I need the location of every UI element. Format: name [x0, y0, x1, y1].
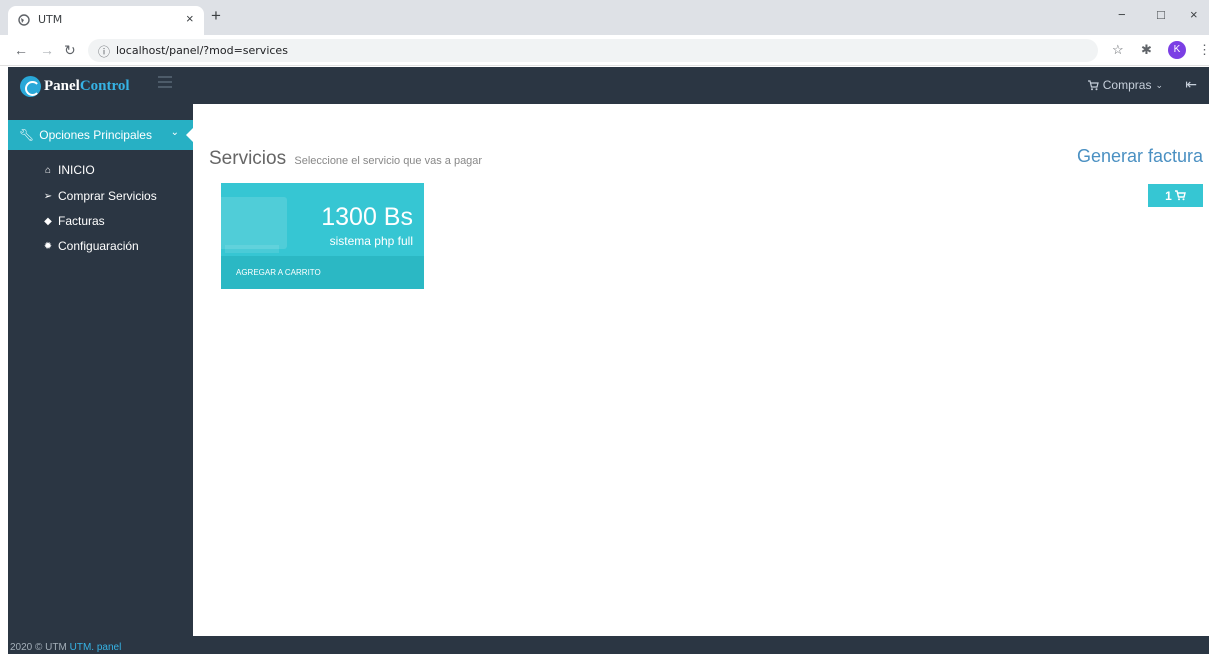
compras-label: Compras — [1102, 78, 1152, 92]
main-content: Servicios Seleccione el servicio que vas… — [193, 104, 1209, 636]
wrench-icon: 🔧︎ — [19, 128, 35, 142]
browser-address-bar: ← → ↻ ⓘ localhost/panel/?mod=services ☆ … — [0, 35, 1209, 66]
sidebar-main-label: Opciones Principales — [39, 128, 152, 142]
monitor-stand-icon — [225, 245, 279, 253]
menu-toggle-icon[interactable] — [158, 76, 172, 90]
minimize-button[interactable]: − — [1118, 7, 1126, 22]
browser-tab-bar: UTM × + − □ × — [0, 0, 1209, 35]
bookmark-star-icon[interactable]: ☆ — [1112, 42, 1124, 58]
cart-count: 1 — [1165, 188, 1172, 203]
forward-icon[interactable]: → — [40, 42, 54, 58]
back-icon[interactable]: ← — [14, 42, 28, 58]
sidebar-item-label: Facturas — [58, 214, 105, 228]
service-description: sistema php full — [329, 234, 413, 248]
sidebar-item-comprar-servicios[interactable]: ➢ Comprar Servicios — [42, 189, 157, 203]
page-title-text: Servicios — [209, 148, 287, 169]
browser-tab[interactable]: UTM × — [8, 6, 204, 35]
sidebar-item-label: INICIO — [58, 163, 95, 177]
monitor-icon — [221, 197, 287, 249]
logo-mark-icon — [20, 75, 41, 97]
maximize-button[interactable]: □ — [1157, 7, 1165, 22]
send-icon: ➢ — [43, 190, 53, 202]
sidebar-item-facturas[interactable]: ◆ Facturas — [42, 214, 105, 228]
url-text: localhost/panel/?mod=services — [116, 44, 288, 57]
home-icon: ⌂ — [44, 164, 52, 176]
chevron-down-icon: ⌄ — [1155, 79, 1163, 90]
tab-close-icon[interactable]: × — [186, 11, 194, 26]
logo-text-panel: Panel — [44, 77, 80, 94]
logout-icon[interactable]: ⇤ — [1185, 76, 1197, 93]
url-input[interactable]: ⓘ localhost/panel/?mod=services — [88, 39, 1098, 62]
sidebar: 🔧︎ Opciones Principales ⌄ ⌂ INICIO ➢ Com… — [8, 104, 194, 636]
chevron-down-icon: ⌄ — [170, 127, 179, 138]
page-subtitle: Seleccione el servicio que vas a pagar — [294, 155, 483, 167]
sidebar-item-inicio[interactable]: ⌂ INICIO — [42, 163, 95, 177]
sidebar-item-label: Configuaración — [58, 239, 139, 253]
reload-icon[interactable]: ↻ — [64, 42, 76, 59]
add-to-cart-label: AGREGAR A CARRITO — [236, 268, 321, 277]
logo-text-control: Control — [79, 77, 130, 94]
service-tile: 1300 Bs sistema php full AGREGAR A CARRI… — [221, 183, 424, 289]
info-icon[interactable]: ⓘ — [98, 43, 110, 60]
sidebar-item-configuracion[interactable]: ✹ Configuaración — [42, 239, 139, 253]
add-to-cart-button[interactable]: AGREGAR A CARRITO — [221, 256, 424, 289]
tab-title: UTM — [38, 13, 63, 26]
cart-icon — [1174, 190, 1186, 201]
page-title: Servicios Seleccione el servicio que vas… — [209, 148, 482, 170]
browser-menu-icon[interactable]: ⋮ — [1198, 42, 1209, 58]
cart-icon — [1087, 79, 1099, 90]
globe-icon — [18, 14, 30, 26]
footer-copyright: 2020 © UTM — [10, 642, 67, 653]
avatar[interactable]: K — [1168, 41, 1186, 59]
app-header: Panel Control Compras ⌄ ⇤ — [8, 67, 1209, 104]
tag-icon: ◆ — [44, 215, 52, 227]
footer-text: 2020 © UTM UTM. panel — [10, 642, 121, 653]
extensions-icon[interactable]: ✱ — [1141, 42, 1152, 58]
logo[interactable]: Panel Control — [20, 75, 130, 97]
footer: 2020 © UTM UTM. panel — [8, 636, 1209, 654]
sidebar-item-opciones-principales[interactable]: 🔧︎ Opciones Principales ⌄ — [8, 120, 194, 150]
compras-dropdown[interactable]: Compras ⌄ — [1087, 78, 1163, 92]
service-price: 1300 Bs — [321, 203, 413, 231]
cart-button[interactable]: 1 — [1148, 184, 1203, 207]
gear-icon: ✹ — [43, 240, 53, 252]
sidebar-item-label: Comprar Servicios — [58, 189, 157, 203]
new-tab-button[interactable]: + — [211, 6, 221, 26]
generate-invoice-link[interactable]: Generar factura — [1077, 146, 1203, 167]
close-window-button[interactable]: × — [1190, 7, 1198, 22]
footer-link[interactable]: UTM. panel — [70, 642, 122, 653]
